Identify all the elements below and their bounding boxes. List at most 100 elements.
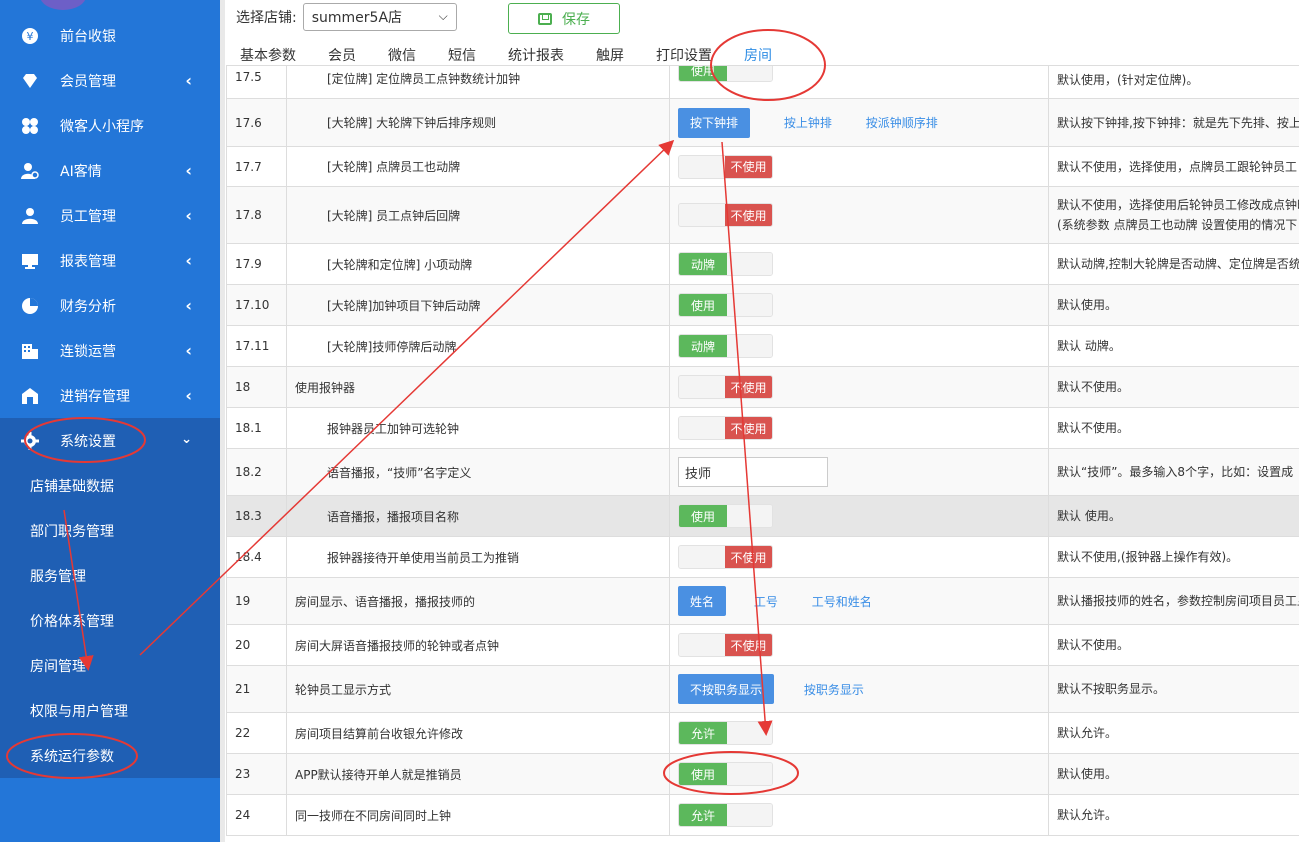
row-name: [大轮牌] 点牌员工也动牌 bbox=[286, 146, 670, 187]
option-button-selected[interactable]: 不按职务显示 bbox=[678, 674, 775, 704]
sidebar-subitem-runtime-params[interactable]: 系统运行参数 bbox=[0, 733, 220, 778]
params-table-wrap: 17.5 [定位牌] 定位牌员工点钟数统计加钟 使用 默认使用，(针对定位牌)。… bbox=[226, 65, 1299, 842]
table-row: 19 房间显示、语音播报，播报技师的 姓名 工号 工号和姓名 默认播报技师的姓名… bbox=[226, 577, 1299, 625]
toggle-switch[interactable]: 不使用 bbox=[678, 633, 773, 657]
row-control: 使用 bbox=[669, 284, 1049, 326]
row-name: 轮钟员工显示方式 bbox=[286, 665, 670, 713]
toggle-on-label: 动牌 bbox=[679, 253, 727, 275]
toggle-switch[interactable]: 不使用 bbox=[678, 545, 773, 569]
row-control: 使用 bbox=[669, 495, 1049, 537]
floppy-icon bbox=[538, 12, 552, 25]
store-select[interactable]: summer5A店 ⌵ bbox=[302, 3, 457, 31]
chevron-left-icon: ‹ bbox=[185, 206, 192, 225]
toggle-handle bbox=[727, 763, 772, 785]
avatar[interactable] bbox=[40, 0, 86, 10]
option-link[interactable]: 按职务显示 bbox=[804, 681, 864, 698]
toggle-switch[interactable]: 不使用 bbox=[678, 203, 773, 227]
option-link[interactable]: 按派钟顺序排 bbox=[866, 114, 938, 131]
table-row: 17.9 [大轮牌和定位牌] 小项动牌 动牌 默认动牌,控制大轮牌是否动牌、定位… bbox=[226, 243, 1299, 285]
row-number: 17.7 bbox=[226, 146, 287, 187]
row-description: 默认“技师”。最多输入8个字，比如：设置成 bbox=[1048, 448, 1299, 496]
row-control: 不使用 bbox=[669, 624, 1049, 666]
sidebar-item-members[interactable]: 会员管理 ‹ bbox=[0, 58, 220, 103]
toggle-off-label: 不使用 bbox=[725, 155, 772, 178]
sidebar-item-label: AI客情 bbox=[60, 163, 102, 180]
tech-name-input[interactable]: 技师 bbox=[678, 457, 828, 487]
sidebar-item-label: 员工管理 bbox=[60, 208, 116, 225]
option-button-selected[interactable]: 按下钟排 bbox=[678, 107, 751, 138]
option-link[interactable]: 按上钟排 bbox=[784, 114, 832, 131]
toggle-handle bbox=[679, 155, 725, 178]
sidebar-item-label: 财务分析 bbox=[60, 298, 116, 315]
toggle-switch[interactable]: 使用 bbox=[678, 762, 773, 786]
toggle-on-label: 使用 bbox=[679, 763, 727, 785]
row-description: 默认不使用,(报钟器上操作有效)。 bbox=[1048, 536, 1299, 578]
sidebar-item-miniprogram[interactable]: 微客人小程序 bbox=[0, 103, 220, 148]
toggle-switch[interactable]: 使用 bbox=[678, 504, 773, 528]
toggle-switch[interactable]: 允许 bbox=[678, 803, 773, 827]
option-link[interactable]: 工号和姓名 bbox=[812, 593, 872, 610]
sidebar-item-ai[interactable]: AI客情 ‹ bbox=[0, 148, 220, 193]
row-name: [大轮牌]技师停牌后动牌 bbox=[286, 325, 670, 367]
chevron-left-icon: ‹ bbox=[185, 296, 192, 315]
option-button-selected[interactable]: 姓名 bbox=[678, 586, 727, 616]
sidebar-item-chain[interactable]: 连锁运营 ‹ bbox=[0, 328, 220, 373]
table-row: 22 房间项目结算前台收银允许修改 允许 默认允许。 bbox=[226, 712, 1299, 754]
toggle-switch[interactable]: 动牌 bbox=[678, 252, 773, 276]
row-number: 17.9 bbox=[226, 243, 287, 285]
toggle-on-label: 允许 bbox=[679, 804, 727, 826]
store-label: 选择店铺: bbox=[236, 10, 297, 26]
sidebar-item-reports[interactable]: 报表管理 ‹ bbox=[0, 238, 220, 283]
toggle-switch[interactable]: 不使用 bbox=[678, 416, 773, 440]
table-row: 18.4 报钟器接待开单使用当前员工为推销 不使用 默认不使用,(报钟器上操作有… bbox=[226, 536, 1299, 578]
row-name: APP默认接待开单人就是推销员 bbox=[286, 753, 670, 795]
user-ai-icon bbox=[20, 161, 40, 181]
row-control: 姓名 工号 工号和姓名 bbox=[669, 577, 1049, 625]
row-description: 默认不使用，选择使用，点牌员工跟轮钟员工 bbox=[1048, 146, 1299, 187]
row-number: 23 bbox=[226, 753, 287, 795]
sidebar-item-settings[interactable]: 系统设置 ⌄ bbox=[0, 418, 220, 463]
sidebar-item-label: 系统设置 bbox=[60, 433, 116, 450]
sidebar-item-inventory[interactable]: 进销存管理 ‹ bbox=[0, 373, 220, 418]
toggle-switch[interactable]: 不使用 bbox=[678, 154, 773, 179]
table-row: 18 使用报钟器 不使用 默认不使用。 bbox=[226, 366, 1299, 408]
row-control: 技师 bbox=[669, 448, 1049, 496]
user-icon bbox=[20, 206, 40, 226]
table-row: 21 轮钟员工显示方式 不按职务显示 按职务显示 默认不按职务显示。 bbox=[226, 665, 1299, 713]
sidebar-subitem-departments[interactable]: 部门职务管理 bbox=[0, 508, 220, 553]
toggle-switch[interactable]: 允许 bbox=[678, 721, 773, 745]
sidebar-item-cashier[interactable]: ¥ 前台收银 bbox=[0, 13, 220, 58]
sidebar-subitem-permissions[interactable]: 权限与用户管理 bbox=[0, 688, 220, 733]
toggle-switch[interactable]: 使用 bbox=[678, 293, 773, 317]
chevron-down-icon: ⌵ bbox=[438, 9, 448, 23]
row-control: 不使用 bbox=[669, 186, 1049, 244]
sidebar-subitem-pricing[interactable]: 价格体系管理 bbox=[0, 598, 220, 643]
toggle-switch[interactable]: 动牌 bbox=[678, 334, 773, 358]
sidebar-item-finance[interactable]: 财务分析 ‹ bbox=[0, 283, 220, 328]
toggle-switch[interactable]: 使用 bbox=[678, 66, 773, 82]
sidebar-subitem-services[interactable]: 服务管理 bbox=[0, 553, 220, 598]
toggle-handle bbox=[727, 505, 772, 527]
toggle-off-label: 不使用 bbox=[725, 417, 772, 439]
row-control: 不使用 bbox=[669, 146, 1049, 187]
row-number: 18.1 bbox=[226, 407, 287, 449]
yen-icon: ¥ bbox=[20, 26, 40, 46]
sidebar-subitem-rooms[interactable]: 房间管理 bbox=[0, 643, 220, 688]
row-name: 语音播报，“技师”名字定义 bbox=[286, 448, 670, 496]
sidebar-subitem-store-data[interactable]: 店铺基础数据 bbox=[0, 463, 220, 508]
row-number: 18 bbox=[226, 366, 287, 408]
sidebar-item-staff[interactable]: 员工管理 ‹ bbox=[0, 193, 220, 238]
row-control: 动牌 bbox=[669, 243, 1049, 285]
option-link[interactable]: 工号 bbox=[754, 593, 778, 610]
toggle-off-label: 不使用 bbox=[725, 204, 772, 226]
toggle-handle bbox=[679, 546, 725, 568]
row-number: 18.3 bbox=[226, 495, 287, 537]
row-name: 同一技师在不同房间同时上钟 bbox=[286, 794, 670, 836]
toggle-switch[interactable]: 不使用 bbox=[678, 375, 773, 399]
svg-text:¥: ¥ bbox=[27, 30, 34, 43]
store-select-value: summer5A店 bbox=[311, 10, 403, 26]
row-number: 18.4 bbox=[226, 536, 287, 578]
save-button[interactable]: 保存 bbox=[508, 3, 620, 34]
row-description-line: 默认不使用，选择使用后轮钟员工修改成点钟时 bbox=[1057, 198, 1299, 212]
monitor-icon bbox=[20, 251, 40, 271]
